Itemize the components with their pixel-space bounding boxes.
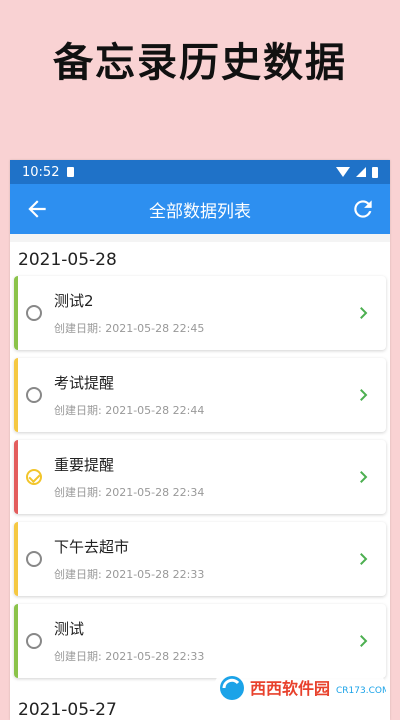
memo-created-date: 创建日期: 2021-05-28 22:45: [54, 322, 205, 335]
chevron-right-icon: [360, 307, 368, 319]
memo-created-date: 创建日期: 2021-05-28 22:33: [54, 650, 205, 663]
chevron-right-icon: [360, 389, 368, 401]
refresh-icon[interactable]: [350, 196, 376, 222]
chevron-right-icon: [360, 635, 368, 647]
memo-item[interactable]: 重要提醒 创建日期: 2021-05-28 22:34: [14, 440, 386, 514]
page-title: 全部数据列表: [149, 201, 251, 222]
chevron-right-icon: [360, 471, 368, 483]
priority-bar: [14, 604, 18, 678]
memo-created-date: 创建日期: 2021-05-28 22:34: [54, 486, 205, 499]
watermark-text: 西西软件园: [250, 679, 330, 698]
complete-checkbox-checked[interactable]: [26, 469, 42, 485]
wifi-icon: [336, 167, 350, 177]
memo-title: 重要提醒: [54, 456, 115, 474]
watermark-subtext: CR173.COM: [336, 686, 386, 696]
memo-item[interactable]: 测试2 创建日期: 2021-05-28 22:45: [14, 276, 386, 350]
complete-checkbox[interactable]: [26, 387, 42, 403]
memo-item[interactable]: 下午去超市 创建日期: 2021-05-28 22:33: [14, 522, 386, 596]
phone-screen: 10:52 全部数据列表 2021-05-28 测试2 创建日期: 2021-0…: [10, 160, 390, 720]
date-group-header: 2021-05-28: [18, 250, 117, 270]
status-bar: 10:52: [10, 160, 390, 184]
memo-created-date: 创建日期: 2021-05-28 22:33: [54, 568, 205, 581]
memo-title: 考试提醒: [54, 374, 115, 392]
promo-headline: 备忘录历史数据: [53, 40, 347, 86]
complete-checkbox[interactable]: [26, 551, 42, 567]
memo-title: 下午去超市: [54, 538, 130, 556]
chevron-right-icon: [360, 553, 368, 565]
priority-bar: [14, 440, 18, 514]
watermark-logo: 西西软件园 CR173.COM: [214, 671, 386, 705]
battery-icon: [372, 166, 378, 178]
memo-list-container: 2021-05-28 测试2 创建日期: 2021-05-28 22:45 考试…: [10, 242, 390, 720]
memo-item[interactable]: 考试提醒 创建日期: 2021-05-28 22:44: [14, 358, 386, 432]
app-bar: 全部数据列表: [10, 184, 390, 234]
signal-icon: [356, 167, 366, 177]
priority-bar: [14, 358, 18, 432]
priority-bar: [14, 276, 18, 350]
memo-created-date: 创建日期: 2021-05-28 22:44: [54, 404, 205, 417]
complete-checkbox[interactable]: [26, 305, 42, 321]
memo-title: 测试: [54, 620, 85, 638]
memo-item[interactable]: 测试 创建日期: 2021-05-28 22:33: [14, 604, 386, 678]
sim-card-icon: [67, 167, 75, 177]
check-icon: [28, 470, 41, 484]
complete-checkbox[interactable]: [26, 633, 42, 649]
memo-title: 测试2: [54, 292, 94, 310]
memo-list: 测试2 创建日期: 2021-05-28 22:45 考试提醒 创建日期: 20…: [10, 276, 390, 678]
back-arrow-icon[interactable]: [24, 196, 50, 222]
priority-bar: [14, 522, 18, 596]
status-time: 10:52: [22, 164, 60, 180]
